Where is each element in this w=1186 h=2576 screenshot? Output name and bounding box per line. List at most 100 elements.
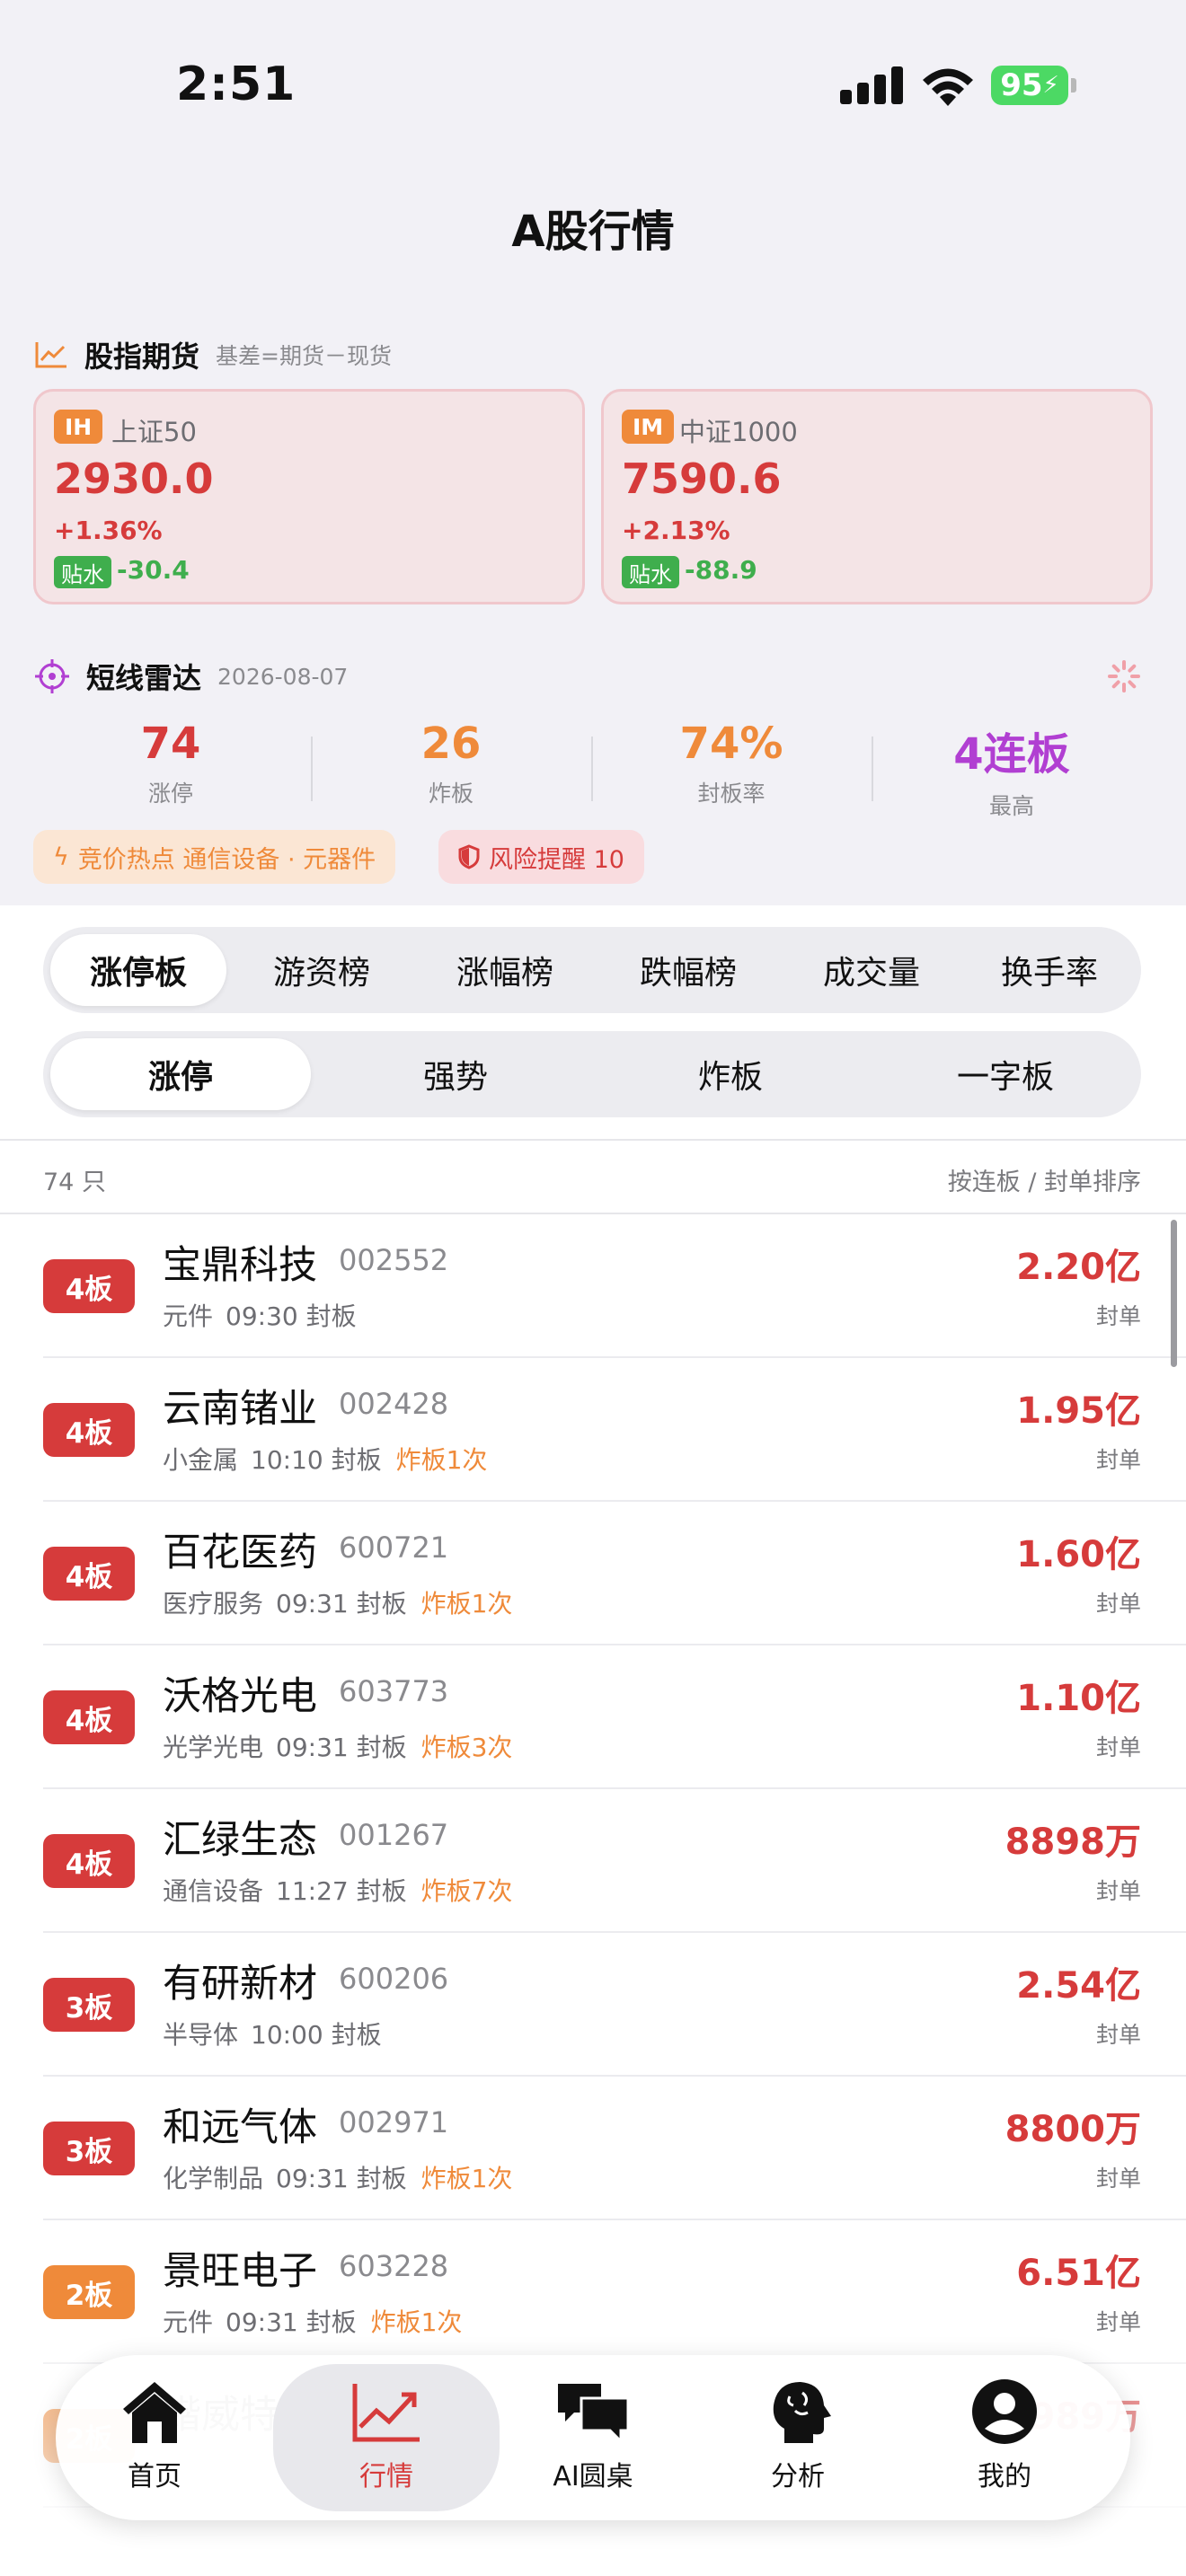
burst-count: 炸板1次 bbox=[420, 2164, 513, 2193]
board-count-badge: 4板 bbox=[43, 1547, 135, 1601]
chart-icon bbox=[352, 2384, 420, 2442]
stock-row[interactable]: 3板 有研新材 600206 半导体 10:00 封板 2.54亿 封单 bbox=[43, 1933, 1186, 2077]
radar-value: 74 bbox=[140, 719, 201, 769]
stock-code: 002552 bbox=[339, 1243, 449, 1277]
stock-row[interactable]: 4板 汇绿生态 001267 通信设备 11:27 封板 炸板7次 8898万 封单 bbox=[43, 1789, 1186, 1933]
bolt-icon: ϟ bbox=[53, 842, 69, 871]
board-count-badge: 2板 bbox=[43, 2265, 135, 2319]
stock-row[interactable]: 4板 宝鼎科技 002552 元件 09:30 封板 2.20亿 封单 bbox=[43, 1214, 1186, 1358]
sub-tab-bar: 涨停 强势 炸板 一字板 bbox=[43, 1031, 1141, 1117]
chat-bubbles-icon bbox=[558, 2384, 630, 2445]
radar-label: 封板率 bbox=[697, 781, 766, 807]
battery-icon: 95 ⚡ bbox=[991, 66, 1068, 105]
seal-time: 09:31 封板 bbox=[276, 1589, 407, 1619]
subtab-limit-up[interactable]: 涨停 bbox=[50, 1038, 311, 1110]
nav-label: 我的 bbox=[978, 2461, 1031, 2492]
radar-label: 涨停 bbox=[147, 781, 193, 807]
divider bbox=[311, 737, 313, 801]
subtab-burst[interactable]: 炸板 bbox=[600, 1038, 861, 1110]
nav-analysis[interactable]: 分析 bbox=[699, 2377, 897, 2499]
seal-amount: 2.54亿 bbox=[1016, 1965, 1141, 2007]
seal-amount-label: 封单 bbox=[1095, 1591, 1141, 1617]
seal-amount-label: 封单 bbox=[1095, 2022, 1141, 2048]
tab-hot-money[interactable]: 游资榜 bbox=[234, 934, 410, 1006]
seal-amount-label: 封单 bbox=[1095, 2166, 1141, 2192]
stock-sector: 光学光电 bbox=[163, 1733, 264, 1762]
stock-row[interactable]: 2板 景旺电子 603228 元件 09:31 封板 炸板1次 6.51亿 封单 bbox=[43, 2220, 1186, 2364]
seal-amount-label: 封单 bbox=[1095, 1447, 1141, 1473]
target-icon bbox=[35, 659, 69, 693]
subtab-one-line[interactable]: 一字板 bbox=[875, 1038, 1136, 1110]
basis-tag: 贴水 bbox=[622, 556, 679, 588]
nav-home[interactable]: 首页 bbox=[56, 2377, 253, 2499]
tab-losers[interactable]: 跌幅榜 bbox=[600, 934, 776, 1006]
futures-tag: IH bbox=[54, 410, 103, 444]
divider bbox=[591, 737, 593, 801]
stock-meta: 元件 09:31 封板 炸板1次 bbox=[163, 2303, 462, 2339]
seal-time: 10:00 封板 bbox=[251, 2020, 382, 2050]
board-count-badge: 3板 bbox=[43, 2122, 135, 2175]
stock-name: 宝鼎科技 bbox=[163, 1243, 317, 1288]
stock-meta: 光学光电 09:31 封板 炸板3次 bbox=[163, 1728, 512, 1764]
futures-name: 中证1000 bbox=[679, 417, 798, 447]
seal-time: 09:31 封板 bbox=[276, 1733, 407, 1762]
nav-market[interactable]: 行情 bbox=[288, 2377, 485, 2499]
risk-alert-pill[interactable]: 风险提醒 10 bbox=[438, 830, 644, 884]
home-icon bbox=[123, 2382, 186, 2443]
seal-amount: 1.10亿 bbox=[1016, 1678, 1141, 1719]
stock-meta: 医疗服务 09:31 封板 炸板1次 bbox=[163, 1584, 512, 1620]
battery-cap bbox=[1071, 78, 1076, 93]
burst-count: 炸板7次 bbox=[420, 1876, 513, 1906]
futures-price: 2930.0 bbox=[54, 454, 214, 503]
main-tab-bar: 涨停板 游资榜 涨幅榜 跌幅榜 成交量 换手率 bbox=[43, 927, 1141, 1013]
stock-sector: 医疗服务 bbox=[163, 1589, 264, 1619]
hot-topics-text: 竞价热点 通信设备 · 元器件 bbox=[77, 845, 376, 874]
stock-row[interactable]: 3板 和远气体 002971 化学制品 09:31 封板 炸板1次 8800万 封单 bbox=[43, 2077, 1186, 2220]
stock-code: 603773 bbox=[339, 1674, 449, 1708]
seal-amount-label: 封单 bbox=[1095, 1734, 1141, 1760]
radar-header: 短线雷达 2026-08-07 bbox=[34, 656, 348, 697]
seal-amount: 8898万 bbox=[1005, 1822, 1141, 1863]
nav-profile[interactable]: 我的 bbox=[906, 2377, 1103, 2499]
tab-turnover[interactable]: 换手率 bbox=[961, 934, 1137, 1006]
futures-tag: IM bbox=[622, 410, 675, 444]
board-count-badge: 3板 bbox=[43, 1978, 135, 2032]
stock-row[interactable]: 4板 沃格光电 603773 光学光电 09:31 封板 炸板3次 1.10亿 封单 bbox=[43, 1645, 1186, 1789]
stock-name: 百花医药 bbox=[163, 1531, 317, 1575]
burst-count: 炸板1次 bbox=[370, 2307, 463, 2337]
radar-label: 炸板 bbox=[428, 781, 474, 807]
scrollbar[interactable] bbox=[1171, 1220, 1177, 1367]
seal-amount: 1.95亿 bbox=[1016, 1390, 1141, 1432]
stock-name: 云南锗业 bbox=[163, 1387, 317, 1432]
seal-time: 09:30 封板 bbox=[226, 1301, 357, 1331]
seal-amount: 6.51亿 bbox=[1016, 2253, 1141, 2294]
stock-meta: 化学制品 09:31 封板 炸板1次 bbox=[163, 2159, 512, 2195]
hot-topics-pill[interactable]: ϟ 竞价热点 通信设备 · 元器件 bbox=[33, 830, 396, 884]
basis-value: -88.9 bbox=[685, 555, 757, 585]
radar-value: 74% bbox=[679, 719, 783, 769]
subtab-strong[interactable]: 强势 bbox=[325, 1038, 586, 1110]
seal-time: 10:10 封板 bbox=[251, 1445, 382, 1475]
nav-label: 分析 bbox=[771, 2461, 825, 2492]
sort-toggle[interactable]: 按连板 / 封单排序 bbox=[948, 1162, 1141, 1197]
futures-card-im[interactable]: IM 中证1000 7590.6 +2.13% 贴水 -88.9 bbox=[601, 389, 1153, 604]
stock-code: 600721 bbox=[339, 1531, 449, 1565]
stock-meta: 半导体 10:00 封板 bbox=[163, 2016, 396, 2051]
stock-count: 74 只 bbox=[43, 1169, 106, 1196]
futures-price: 7590.6 bbox=[622, 454, 782, 503]
tab-gainers[interactable]: 涨幅榜 bbox=[417, 934, 593, 1006]
tab-volume[interactable]: 成交量 bbox=[783, 934, 960, 1006]
seal-time: 11:27 封板 bbox=[276, 1876, 407, 1906]
stock-meta: 通信设备 11:27 封板 炸板7次 bbox=[163, 1872, 512, 1908]
basis-value: -30.4 bbox=[117, 555, 190, 585]
stock-row[interactable]: 4板 云南锗业 002428 小金属 10:10 封板 炸板1次 1.95亿 封单 bbox=[43, 1358, 1186, 1502]
futures-change: +2.13% bbox=[622, 516, 730, 545]
nav-ai-roundtable[interactable]: AI圆桌 bbox=[494, 2377, 692, 2499]
futures-card-ih[interactable]: IH 上证50 2930.0 +1.36% 贴水 -30.4 bbox=[33, 389, 585, 604]
seal-amount: 1.60亿 bbox=[1016, 1534, 1141, 1575]
stock-row[interactable]: 4板 百花医药 600721 医疗服务 09:31 封板 炸板1次 1.60亿 封单 bbox=[43, 1502, 1186, 1645]
basis-tag: 贴水 bbox=[54, 556, 111, 588]
radar-value: 4连板 bbox=[953, 729, 1070, 780]
tab-limit-up-board[interactable]: 涨停板 bbox=[50, 934, 226, 1006]
list-header: 74 只 按连板 / 封单排序 bbox=[0, 1139, 1186, 1214]
